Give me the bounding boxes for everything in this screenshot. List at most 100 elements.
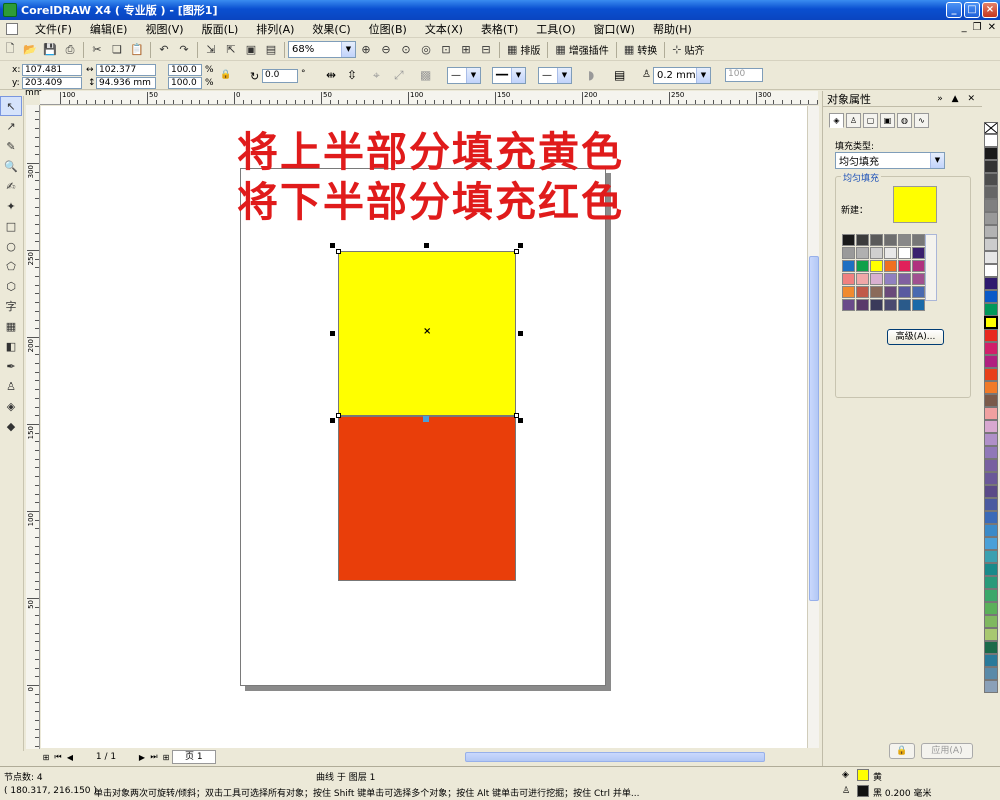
node-line-icon[interactable]: ⤢ <box>394 68 404 83</box>
text-tool-icon[interactable]: 字 <box>0 296 22 316</box>
first-page-icon[interactable]: ⏮ <box>52 752 64 762</box>
swatch-grid-color[interactable] <box>884 273 897 285</box>
new-icon[interactable]: 🗋 <box>0 41 20 59</box>
close-button[interactable]: × <box>982 2 998 18</box>
mirror-v-icon[interactable]: ⇳ <box>347 68 357 82</box>
palette-swatch[interactable] <box>984 186 998 199</box>
palette-swatch[interactable] <box>984 420 998 433</box>
swatch-grid-color[interactable] <box>912 299 925 311</box>
swatch-grid-color[interactable] <box>842 234 855 246</box>
smart-fill-tool-icon[interactable]: ✦ <box>0 196 22 216</box>
page-tab[interactable]: 页 1 <box>172 750 216 764</box>
swatch-grid-color[interactable] <box>870 247 883 259</box>
copy-icon[interactable]: ❏ <box>107 41 127 59</box>
export-icon[interactable]: ⇱ <box>221 41 241 59</box>
zoom-combo[interactable]: 68% ▼ <box>288 41 356 58</box>
vertical-scrollbar[interactable] <box>807 106 819 748</box>
maximize-button[interactable]: □ <box>964 2 980 18</box>
swatch-grid-color[interactable] <box>856 260 869 272</box>
palette-swatch[interactable] <box>984 303 998 316</box>
outline-width-combo[interactable]: 0.2 mm ▼ <box>653 67 711 84</box>
swatch-grid-color[interactable] <box>898 234 911 246</box>
palette-swatch[interactable] <box>984 641 998 654</box>
swatch-grid-color[interactable] <box>856 286 869 298</box>
cut-icon[interactable]: ✂ <box>87 41 107 59</box>
dimension-field[interactable]: 100 <box>725 68 763 82</box>
ellipse-tool-icon[interactable]: ○ <box>0 236 22 256</box>
mirror-h-icon[interactable]: ⇹ <box>326 68 336 82</box>
fill-tab-icon[interactable]: ◈ <box>829 113 844 128</box>
instruction-line-2[interactable]: 将下半部分填充红色 <box>237 168 624 228</box>
menu-tools[interactable]: 工具(O) <box>527 21 584 37</box>
advanced-button[interactable]: 高级(A)... <box>887 329 944 345</box>
zoom-tool-icon[interactable]: 🔍 <box>0 156 22 176</box>
palette-swatch[interactable] <box>984 472 998 485</box>
menu-bitmaps[interactable]: 位图(B) <box>360 21 416 37</box>
close-curve-icon[interactable]: ◗ <box>588 68 594 82</box>
swatch-grid-color[interactable] <box>912 273 925 285</box>
convert-button[interactable]: ▦ 转换 <box>620 42 661 57</box>
palette-swatch[interactable] <box>984 134 998 147</box>
eyedropper-tool-icon[interactable]: ✒ <box>0 356 22 376</box>
palette-swatch[interactable] <box>984 277 998 290</box>
wrap-text-icon[interactable]: ▤ <box>614 68 625 82</box>
palette-swatch[interactable] <box>984 485 998 498</box>
pick-tool-icon[interactable]: ↖ <box>0 96 22 116</box>
menu-edit[interactable]: 编辑(E) <box>81 21 137 37</box>
palette-swatch[interactable] <box>984 238 998 251</box>
palette-swatch[interactable] <box>984 342 998 355</box>
swatch-grid-color[interactable] <box>856 273 869 285</box>
last-page-icon[interactable]: ⏭ <box>148 752 160 762</box>
palette-swatch[interactable] <box>984 173 998 186</box>
swatch-grid-color[interactable] <box>884 299 897 311</box>
palette-swatch[interactable] <box>984 368 998 381</box>
palette-swatch[interactable] <box>984 160 998 173</box>
open-icon[interactable]: 📂 <box>20 41 40 59</box>
palette-swatch[interactable] <box>984 667 998 680</box>
palette-swatch[interactable] <box>984 329 998 342</box>
doc-minimize-icon[interactable]: _ <box>962 22 967 33</box>
palette-swatch[interactable] <box>984 381 998 394</box>
handle-middle-left[interactable] <box>330 331 335 336</box>
palette-swatch[interactable] <box>984 537 998 550</box>
palette-swatch[interactable] <box>984 290 998 303</box>
menu-file[interactable]: 文件(F) <box>26 21 81 37</box>
palette-swatch[interactable] <box>984 589 998 602</box>
palette-swatch[interactable] <box>984 550 998 563</box>
handle-bottom-left[interactable] <box>330 418 335 423</box>
end-arrow-combo[interactable]: — ▼ <box>538 67 572 84</box>
zoom-selected-icon[interactable]: ⊙ <box>396 41 416 59</box>
apply-button[interactable]: 应用(A) <box>921 743 973 759</box>
shape-tool-icon[interactable]: ↗ <box>0 116 22 136</box>
docker-collapse-icon[interactable]: ▲ <box>952 94 962 104</box>
palette-swatch[interactable] <box>984 199 998 212</box>
handle-top-middle[interactable] <box>424 243 429 248</box>
save-icon[interactable]: 💾 <box>40 41 60 59</box>
palette-swatch[interactable] <box>984 212 998 225</box>
outline-tab-icon[interactable]: ♙ <box>846 113 861 128</box>
arrange-button[interactable]: ▦ 排版 <box>503 42 544 57</box>
zoom-all-icon[interactable]: ◎ <box>416 41 436 59</box>
interactive-tool-icon[interactable]: ◧ <box>0 336 22 356</box>
palette-swatch[interactable] <box>984 147 998 160</box>
freehand-tool-icon[interactable]: ✍ <box>0 176 22 196</box>
snap-button[interactable]: ⊹ 贴齐 <box>668 42 708 57</box>
swatch-grid-color[interactable] <box>912 234 925 246</box>
swatch-grid-color[interactable] <box>856 234 869 246</box>
internet-tab-icon[interactable]: ◍ <box>897 113 912 128</box>
add-page-icon[interactable]: ⊞ <box>40 753 52 762</box>
selected-node[interactable] <box>423 416 429 422</box>
table-tool-icon[interactable]: ▦ <box>0 316 22 336</box>
handle-bottom-right[interactable] <box>518 418 523 423</box>
zoom-width-icon[interactable]: ⊞ <box>456 41 476 59</box>
handle-middle-right[interactable] <box>518 331 523 336</box>
line-style-combo[interactable]: ━━ ▼ <box>492 67 526 84</box>
curve-tab-icon[interactable]: ∿ <box>914 113 929 128</box>
swatch-grid-color[interactable] <box>898 286 911 298</box>
palette-swatch[interactable] <box>984 654 998 667</box>
chevron-down-icon[interactable]: ▼ <box>341 42 355 57</box>
palette-swatch[interactable] <box>984 602 998 615</box>
swatch-grid-color[interactable] <box>912 260 925 272</box>
node-top-left[interactable] <box>336 249 341 254</box>
swatch-grid-color[interactable] <box>898 247 911 259</box>
